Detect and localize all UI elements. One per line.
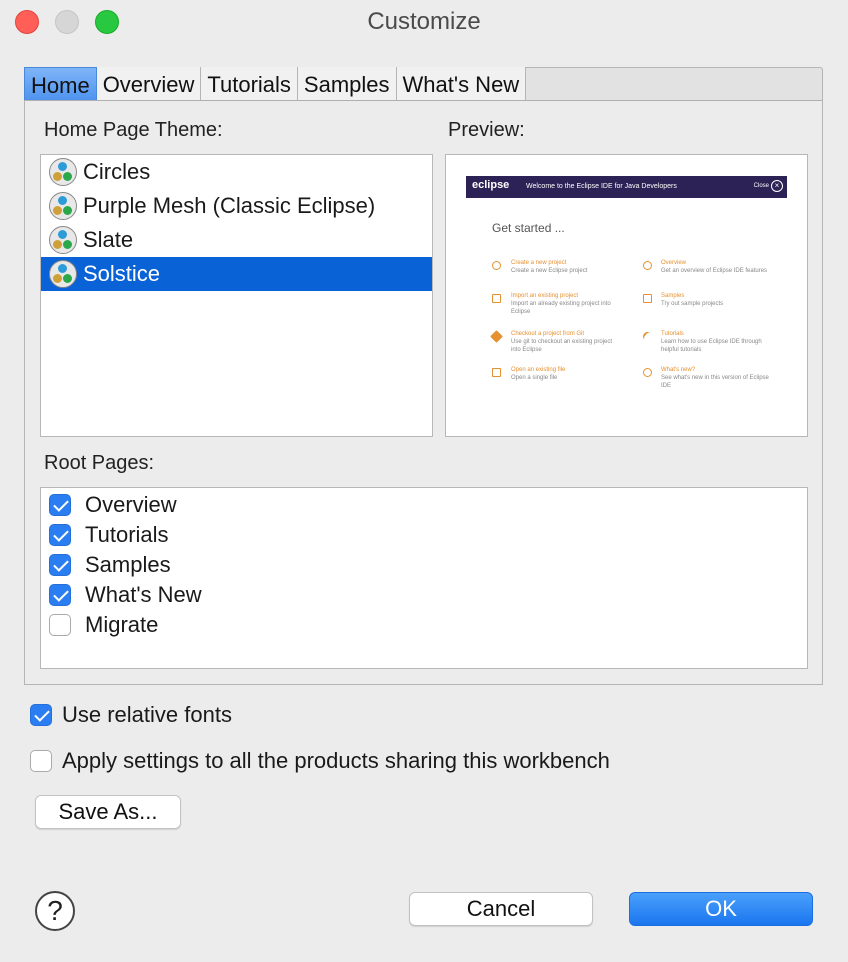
tab-whats-new[interactable]: What's New <box>396 67 527 101</box>
apply-settings-option[interactable]: Apply settings to all the products shari… <box>30 748 610 774</box>
preview-item-git: Checkout a project from Git Use git to ch… <box>511 331 613 353</box>
tab-home[interactable]: Home <box>24 67 97 101</box>
root-page-label: Tutorials <box>85 522 169 547</box>
preview-header-bar: eclipse Welcome to the Eclipse IDE for J… <box>466 176 787 198</box>
root-page-migrate[interactable]: Migrate <box>41 610 807 640</box>
theme-item-slate[interactable]: Slate <box>41 223 432 257</box>
samples-icon <box>643 294 652 303</box>
root-page-overview[interactable]: Overview <box>41 490 807 520</box>
theme-item-label: Circles <box>83 159 151 184</box>
theme-preview: eclipse Welcome to the Eclipse IDE for J… <box>445 154 808 437</box>
preview-item-import: Import an existing project Import an alre… <box>511 293 611 315</box>
root-page-checkbox[interactable] <box>49 554 71 576</box>
use-relative-fonts-option[interactable]: Use relative fonts <box>30 702 232 728</box>
import-icon <box>492 294 501 303</box>
folder-icon <box>492 368 501 377</box>
theme-item-solstice[interactable]: Solstice <box>41 257 432 291</box>
preview-item-tutorials: Tutorials Learn how to use Eclipse IDE th… <box>661 331 762 353</box>
root-page-checkbox[interactable] <box>49 614 71 636</box>
root-page-label: Samples <box>85 552 171 577</box>
git-icon <box>490 330 503 343</box>
use-relative-fonts-checkbox[interactable] <box>30 704 52 726</box>
root-page-checkbox[interactable] <box>49 524 71 546</box>
root-page-tutorials[interactable]: Tutorials <box>41 520 807 550</box>
theme-list[interactable]: Circles Purple Mesh (Classic Eclipse) Sl… <box>40 154 433 437</box>
root-pages-list: Overview Tutorials Samples What's New Mi… <box>40 487 808 669</box>
root-page-label: Overview <box>85 492 177 517</box>
title-bar: Customize <box>0 0 848 46</box>
theme-item-circles[interactable]: Circles <box>41 155 432 189</box>
preview-label: Preview: <box>448 119 525 141</box>
theme-item-label: Purple Mesh (Classic Eclipse) <box>83 193 376 218</box>
cancel-button[interactable]: Cancel <box>409 892 593 926</box>
theme-circles-icon <box>49 226 77 254</box>
apply-settings-label: Apply settings to all the products shari… <box>62 748 610 773</box>
preview-item-overview: Overview Get an overview of Eclipse IDE f… <box>661 260 768 274</box>
close-circle-icon: × <box>771 180 783 192</box>
preview-close-label: Close <box>753 183 769 189</box>
tab-strip: Home Overview Tutorials Samples What's N… <box>24 67 527 101</box>
root-page-label: Migrate <box>85 612 159 637</box>
root-page-whats-new[interactable]: What's New <box>41 580 807 610</box>
save-as-button[interactable]: Save As... <box>35 795 181 829</box>
preview-item-samples: Samples Try out sample projects <box>661 293 724 307</box>
theme-circles-icon <box>49 192 77 220</box>
home-page-theme-label: Home Page Theme: <box>44 119 223 141</box>
root-page-samples[interactable]: Samples <box>41 550 807 580</box>
tab-tutorials[interactable]: Tutorials <box>201 67 298 101</box>
theme-item-label: Solstice <box>83 261 161 286</box>
plus-circle-icon <box>492 261 501 270</box>
theme-item-purple-mesh[interactable]: Purple Mesh (Classic Eclipse) <box>41 189 432 223</box>
help-icon[interactable]: ? <box>35 891 75 931</box>
window-title: Customize <box>367 8 481 35</box>
wand-icon <box>641 330 654 343</box>
preview-get-started: Get started ... <box>492 221 565 235</box>
preview-heading: Welcome to the Eclipse IDE for Java Deve… <box>526 183 677 190</box>
apply-settings-checkbox[interactable] <box>30 750 52 772</box>
root-page-checkbox[interactable] <box>49 584 71 606</box>
tab-overview[interactable]: Overview <box>96 67 202 101</box>
preview-item-open-file: Open an existing file Open a single file <box>511 367 566 381</box>
theme-item-label: Slate <box>83 227 134 252</box>
use-relative-fonts-label: Use relative fonts <box>62 702 232 727</box>
eclipse-logo: eclipse <box>472 179 510 191</box>
root-pages-label: Root Pages: <box>44 452 155 474</box>
root-page-label: What's New <box>85 582 202 607</box>
globe-icon <box>643 261 652 270</box>
root-page-checkbox[interactable] <box>49 494 71 516</box>
ok-button[interactable]: OK <box>629 892 813 926</box>
preview-item-whats-new: What's new? See what's new in this versio… <box>661 367 769 389</box>
star-circle-icon <box>643 368 652 377</box>
tab-samples[interactable]: Samples <box>297 67 397 101</box>
theme-circles-icon <box>49 158 77 186</box>
theme-circles-icon <box>49 260 77 288</box>
preview-item-create: Create a new project Create a new Eclipse… <box>511 260 588 274</box>
